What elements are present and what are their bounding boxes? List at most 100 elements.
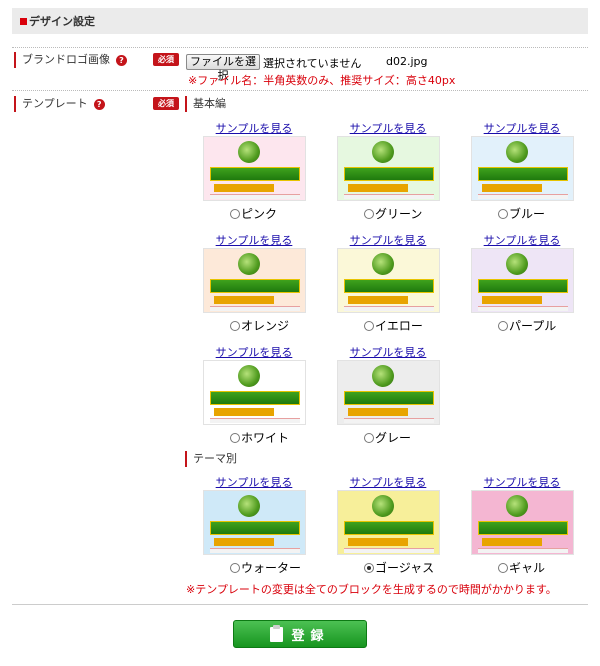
thumb-band [344, 391, 434, 405]
template-radio-row[interactable]: ピンク [230, 205, 277, 222]
help-icon[interactable]: ? [93, 98, 105, 110]
radio-button[interactable] [364, 320, 374, 331]
template-thumbnail[interactable] [471, 248, 574, 313]
template-option: サンプルを見るイエロー [336, 232, 440, 334]
product-sphere-icon [506, 141, 528, 163]
choose-file-button[interactable]: ファイルを選択 [186, 54, 260, 82]
thumb-band [210, 521, 300, 535]
thumb-footer [344, 548, 434, 553]
template-name: パープル [509, 319, 557, 333]
radio-button[interactable] [230, 208, 240, 219]
template-option: サンプルを見る ピンク [202, 120, 306, 222]
template-radio-row[interactable]: オレンジ [230, 317, 289, 334]
required-badge: 必須 [153, 53, 179, 66]
template-radio-row[interactable]: グレー [364, 429, 411, 446]
row-divider [12, 47, 588, 48]
thumb-band [214, 408, 274, 416]
template-radio-row[interactable]: イエロー [364, 317, 423, 334]
radio-button[interactable] [230, 562, 240, 573]
thumb-footer [210, 194, 300, 199]
thumb-band [482, 296, 542, 304]
radio-button[interactable] [364, 562, 374, 573]
thumb-footer [344, 418, 434, 423]
sample-link[interactable]: サンプルを見る [470, 232, 574, 248]
template-name: ゴージャス [375, 561, 435, 575]
thumb-band [478, 167, 568, 181]
template-name: グリーン [375, 207, 423, 221]
product-sphere-icon [372, 365, 394, 387]
template-option: サンプルを見るホワイト [202, 344, 306, 446]
template-thumbnail[interactable] [337, 360, 440, 425]
sample-link[interactable]: サンプルを見る [470, 474, 574, 490]
template-radio-row[interactable]: ウォーター [230, 559, 301, 576]
sample-link[interactable]: サンプルを見る [336, 344, 440, 360]
file-status: 選択されていません [263, 57, 362, 70]
section-header: デザイン設定 [12, 8, 588, 34]
thumb-band [348, 408, 408, 416]
template-radio-row[interactable]: グリーン [364, 205, 422, 222]
template-label: テンプレート ? [14, 96, 105, 112]
template-thumbnail[interactable] [471, 136, 574, 201]
sample-link[interactable]: サンプルを見る [202, 120, 306, 136]
thumb-footer [344, 194, 434, 199]
template-radio-row[interactable]: ブルー [498, 205, 545, 222]
template-name: ブルー [509, 207, 546, 221]
template-option: サンプルを見るブルー [470, 120, 574, 222]
product-sphere-icon [238, 495, 260, 517]
template-note: ※テンプレートの変更は全てのブロックを生成するので時間がかかります。 [186, 583, 557, 596]
template-thumbnail[interactable] [203, 360, 306, 425]
radio-button[interactable] [230, 320, 240, 331]
sample-link[interactable]: サンプルを見る [202, 344, 306, 360]
template-radio-row[interactable]: ホワイト [230, 429, 289, 446]
template-thumbnail[interactable] [337, 248, 440, 313]
thumb-band [344, 167, 434, 181]
thumb-footer [344, 306, 434, 311]
sample-link[interactable]: サンプルを見る [336, 120, 440, 136]
section-title: デザイン設定 [29, 15, 95, 28]
sample-link[interactable]: サンプルを見る [470, 120, 574, 136]
template-thumbnail[interactable] [471, 490, 574, 555]
template-radio-row[interactable]: パープル [498, 317, 556, 334]
template-thumbnail[interactable] [337, 136, 440, 201]
product-sphere-icon [238, 365, 260, 387]
template-radio-row[interactable]: ゴージャス [364, 559, 434, 576]
sample-link[interactable]: サンプルを見る [336, 232, 440, 248]
register-button[interactable]: 登録 [233, 620, 367, 648]
radio-button[interactable] [498, 320, 508, 331]
register-button-label: 登録 [291, 627, 330, 643]
thumb-band [214, 184, 274, 192]
template-option: サンプルを見るグリーン [336, 120, 440, 222]
help-icon[interactable]: ? [116, 54, 127, 66]
radio-button[interactable] [498, 562, 508, 573]
template-option: サンプルを見るグレー [336, 344, 440, 446]
template-thumbnail[interactable] [337, 490, 440, 555]
thumb-band [348, 296, 408, 304]
template-radio-row[interactable]: ギャル [498, 559, 545, 576]
thumb-footer [210, 548, 300, 553]
template-thumbnail[interactable] [203, 248, 306, 313]
thumb-band [214, 538, 274, 546]
sample-link[interactable]: サンプルを見る [202, 474, 306, 490]
thumb-footer [210, 418, 300, 423]
radio-button[interactable] [364, 208, 374, 219]
sample-link[interactable]: サンプルを見る [336, 474, 440, 490]
sample-link[interactable]: サンプルを見る [202, 232, 306, 248]
thumb-band [344, 279, 434, 293]
row-divider [12, 90, 588, 91]
radio-button[interactable] [230, 432, 240, 443]
template-thumbnail[interactable] [203, 490, 306, 555]
template-name: グレー [375, 431, 412, 445]
thumb-band [482, 184, 542, 192]
template-name: イエロー [375, 319, 423, 333]
file-name: d02.jpg [386, 55, 428, 68]
radio-button[interactable] [498, 208, 508, 219]
template-name: ギャル [509, 561, 546, 575]
template-option: サンプルを見るオレンジ [202, 232, 306, 334]
radio-button[interactable] [364, 432, 374, 443]
template-option: サンプルを見るゴージャス [336, 474, 440, 576]
thumb-footer [210, 306, 300, 311]
clipboard-icon [270, 624, 284, 642]
template-thumbnail[interactable] [203, 136, 306, 201]
product-sphere-icon [372, 253, 394, 275]
thumb-footer [478, 306, 568, 311]
